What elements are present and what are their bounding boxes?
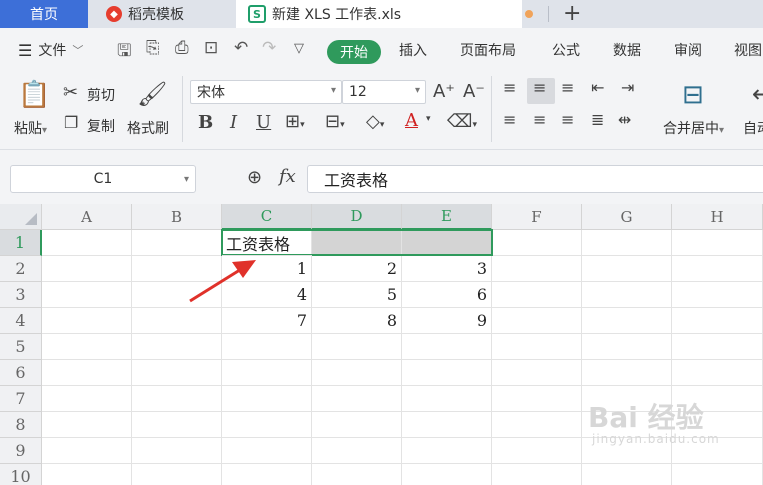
- chevron-down-icon[interactable]: ▾: [426, 114, 431, 124]
- export-icon[interactable]: ⎘: [146, 38, 160, 58]
- align-left-icon[interactable]: ≡: [503, 110, 516, 129]
- copy-button[interactable]: 复制: [87, 116, 115, 136]
- tab-templates-label: 稻壳模板: [128, 7, 184, 23]
- print-icon[interactable]: ⎙: [175, 38, 189, 58]
- justify-icon[interactable]: ≣: [591, 110, 604, 129]
- arrow-head: [232, 260, 256, 278]
- increase-font-icon[interactable]: A⁺: [433, 81, 455, 102]
- underline-button[interactable]: U: [256, 112, 271, 133]
- merge-center-label: 合并居中: [663, 121, 719, 137]
- print-preview-icon[interactable]: ⊡: [204, 38, 218, 58]
- paste-label: 粘贴: [14, 121, 42, 137]
- tab-page-layout[interactable]: 页面布局: [460, 40, 516, 60]
- spreadsheet-grid[interactable]: A B C D E F G H 1 2 3 4 5 6 7 8 9 10 工资表…: [0, 204, 763, 485]
- chevron-down-icon: ▾: [183, 174, 189, 185]
- paste-button[interactable]: 粘贴▾: [14, 118, 47, 138]
- tab-formulas[interactable]: 公式: [552, 40, 580, 60]
- ribbon: 📋 粘贴▾ ✂ 剪切 ❐ 复制 🖌 格式刷 宋体 ▾ 12 ▾ A⁺ A⁻ B …: [0, 70, 763, 150]
- daoke-logo-icon: ◆: [106, 6, 122, 22]
- decrease-font-icon[interactable]: A⁻: [463, 81, 485, 102]
- save-icon[interactable]: 🖫: [117, 38, 131, 67]
- paste-icon[interactable]: 📋: [18, 80, 50, 110]
- tab-document[interactable]: S 新建 XLS 工作表.xls: [236, 0, 522, 28]
- scissors-icon: ✂: [63, 82, 79, 103]
- menu-bar: ☰ 文件 ﹀ 🖫 ⎘ ⎙ ⊡ ↶ ↷ ▽ 开始 插入 页面布局 公式 数据 审阅…: [0, 28, 763, 70]
- tab-start[interactable]: 开始: [327, 40, 381, 64]
- new-tab-button[interactable]: +: [563, 1, 581, 26]
- wrap-text-icon[interactable]: ↵: [752, 80, 763, 108]
- tab-review[interactable]: 审阅: [674, 40, 702, 60]
- font-name-select[interactable]: 宋体 ▾: [190, 80, 342, 104]
- indent-increase-icon[interactable]: ⇥: [621, 78, 634, 97]
- tab-view[interactable]: 视图: [734, 40, 762, 60]
- fill-color-icon[interactable]: ◇▾: [366, 111, 384, 132]
- watermark: Bai 经验 jingyan.baidu.com: [588, 401, 720, 447]
- tab-document-label: 新建 XLS 工作表.xls: [272, 7, 402, 23]
- font-size-value: 12: [349, 84, 367, 100]
- redo-icon[interactable]: ↷: [262, 38, 276, 58]
- borders-icon[interactable]: ⊞▾: [285, 111, 305, 132]
- tab-data[interactable]: 数据: [613, 40, 641, 60]
- watermark-url: jingyan.baidu.com: [592, 432, 720, 446]
- file-menu[interactable]: ☰ 文件 ﹀: [18, 40, 83, 60]
- chevron-down-icon: ▾: [330, 85, 336, 96]
- chevron-down-icon: ﹀: [72, 44, 84, 57]
- cell-c1[interactable]: 工资表格: [222, 230, 312, 256]
- eraser-icon[interactable]: ⌫▾: [447, 111, 477, 132]
- align-center-icon[interactable]: ≡: [533, 110, 546, 129]
- tab-home[interactable]: 首页: [0, 0, 88, 28]
- tab-bar: 首页 ◆ 稻壳模板 S 新建 XLS 工作表.xls +: [0, 0, 763, 28]
- formula-content: 工资表格: [324, 171, 389, 190]
- name-box-value: C1: [93, 171, 113, 187]
- merge-center-button[interactable]: 合并居中▾: [663, 118, 724, 138]
- watermark-brand: Bai 经验: [588, 401, 704, 434]
- format-painter-button[interactable]: 格式刷: [127, 118, 169, 138]
- zoom-icon[interactable]: ⊕: [247, 167, 262, 188]
- spreadsheet-icon: S: [248, 5, 266, 23]
- formula-input[interactable]: 工资表格: [307, 165, 763, 193]
- distributed-icon[interactable]: ⇹: [618, 110, 631, 129]
- tab-templates[interactable]: ◆ 稻壳模板: [94, 0, 234, 28]
- customize-dropdown-icon[interactable]: ▽: [294, 41, 304, 56]
- undo-icon[interactable]: ↶: [234, 38, 248, 58]
- align-bottom-icon[interactable]: ≡: [561, 78, 574, 97]
- align-middle-icon[interactable]: ≡: [533, 78, 546, 97]
- align-top-icon[interactable]: ≡: [503, 78, 516, 97]
- cut-button[interactable]: 剪切: [87, 85, 115, 105]
- align-right-icon[interactable]: ≡: [561, 110, 574, 129]
- font-size-select[interactable]: 12 ▾: [342, 80, 426, 104]
- tab-home-label: 首页: [30, 7, 58, 23]
- arrow-shaft: [189, 266, 244, 303]
- merge-center-icon[interactable]: ⊟: [682, 80, 704, 110]
- auto-wrap-button[interactable]: 自动: [743, 118, 763, 138]
- cell-style-icon[interactable]: ⊟▾: [325, 111, 345, 132]
- bold-button[interactable]: B: [198, 112, 213, 133]
- name-box[interactable]: C1 ▾: [10, 165, 196, 193]
- file-menu-label: 文件: [38, 43, 67, 59]
- tab-divider: [548, 6, 549, 22]
- chevron-down-icon: ▾: [414, 85, 420, 96]
- copy-icon: ❐: [64, 113, 79, 132]
- ribbon-divider: [491, 76, 492, 142]
- fx-icon[interactable]: fx: [279, 166, 296, 187]
- indent-decrease-icon[interactable]: ⇤: [591, 78, 604, 97]
- format-painter-icon[interactable]: 🖌: [137, 80, 167, 108]
- unsaved-dot-icon: [525, 10, 533, 18]
- hamburger-icon: ☰: [18, 40, 33, 60]
- ribbon-divider: [182, 76, 183, 142]
- font-name-value: 宋体: [197, 85, 225, 101]
- italic-button[interactable]: I: [230, 112, 237, 133]
- font-color-button[interactable]: A: [405, 110, 418, 131]
- tab-insert[interactable]: 插入: [399, 40, 427, 60]
